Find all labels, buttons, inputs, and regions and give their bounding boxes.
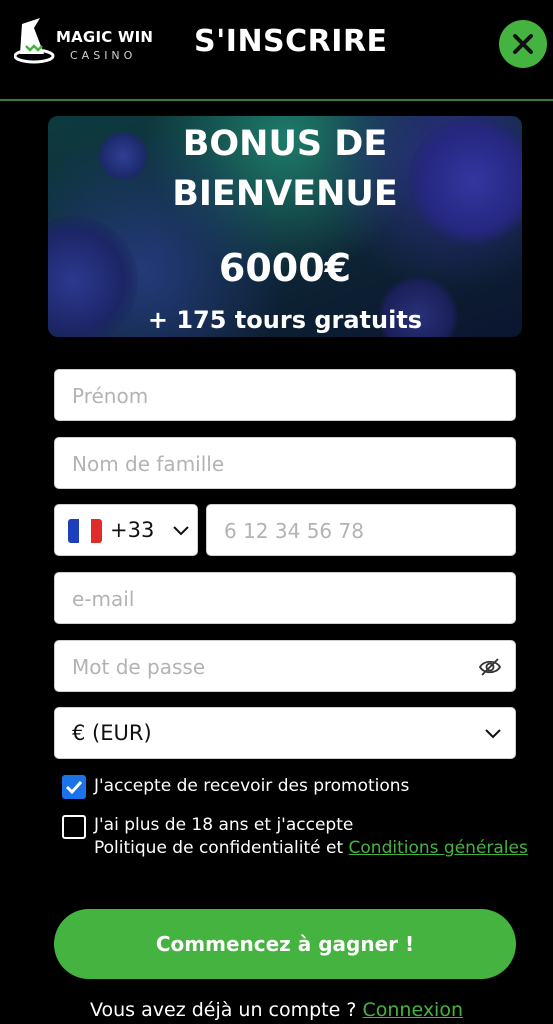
last-name-field[interactable]: Nom de famille (54, 437, 516, 489)
login-link[interactable]: Connexion (362, 999, 463, 1021)
chevron-down-icon (485, 729, 501, 739)
phone-placeholder: 6 12 34 56 78 (224, 519, 364, 543)
logo[interactable]: MAGIC WIN CASINO (14, 16, 154, 68)
logo-subtext: CASINO (70, 49, 137, 62)
close-button[interactable] (499, 20, 547, 68)
age-terms-label: J'ai plus de 18 ans et j'accepte Politiq… (94, 814, 528, 860)
terms-link[interactable]: Conditions générales (349, 838, 528, 858)
login-prompt-text: Vous avez déjà un compte ? (89, 999, 363, 1021)
wizard-hat-icon (14, 18, 55, 64)
login-prompt: Vous avez déjà un compte ? Connexion (0, 999, 553, 1021)
last-name-placeholder: Nom de famille (72, 452, 225, 476)
age-terms-checkbox[interactable] (62, 815, 86, 839)
first-name-placeholder: Prénom (72, 384, 149, 408)
france-flag-icon (68, 519, 102, 543)
privacy-policy-text: Politique de confidentialité et (94, 838, 349, 858)
currency-value: € (EUR) (72, 721, 152, 745)
first-name-field[interactable]: Prénom (54, 369, 516, 421)
password-placeholder: Mot de passe (72, 655, 206, 679)
banner-title-line1: BONUS DE (182, 124, 388, 164)
free-spins-text: + 175 tours gratuits (147, 306, 423, 334)
password-field[interactable]: Mot de passe (54, 640, 516, 692)
promotions-label: J'accepte de recevoir des promotions (94, 776, 410, 796)
phone-country-code: +33 (110, 518, 155, 542)
chevron-down-icon (173, 526, 189, 536)
email-field[interactable]: e-mail (54, 572, 516, 624)
phone-country-select[interactable]: +33 (54, 504, 198, 556)
age-terms-line1: J'ai plus de 18 ans et j'accepte (94, 815, 354, 835)
banner-title-line2: BIENVENUE (172, 174, 398, 214)
logo-text: MAGIC WIN (56, 28, 154, 46)
email-placeholder: e-mail (72, 587, 135, 611)
close-icon (513, 34, 533, 54)
welcome-bonus-banner: BONUS DE BIENVENUE 6000€ + 175 tours gra… (48, 116, 522, 337)
header: MAGIC WIN CASINO S'INSCRIRE (0, 0, 553, 101)
start-winning-button[interactable]: Commencez à gagner ! (54, 909, 516, 979)
page-title: S'INSCRIRE (194, 24, 388, 59)
currency-select[interactable]: € (EUR) (54, 707, 516, 759)
eye-off-icon[interactable] (478, 657, 502, 677)
phone-number-field[interactable]: 6 12 34 56 78 (206, 504, 516, 556)
promotions-checkbox[interactable] (62, 775, 86, 799)
bonus-amount: 6000€ (218, 246, 352, 290)
checkmark-icon (65, 780, 83, 795)
